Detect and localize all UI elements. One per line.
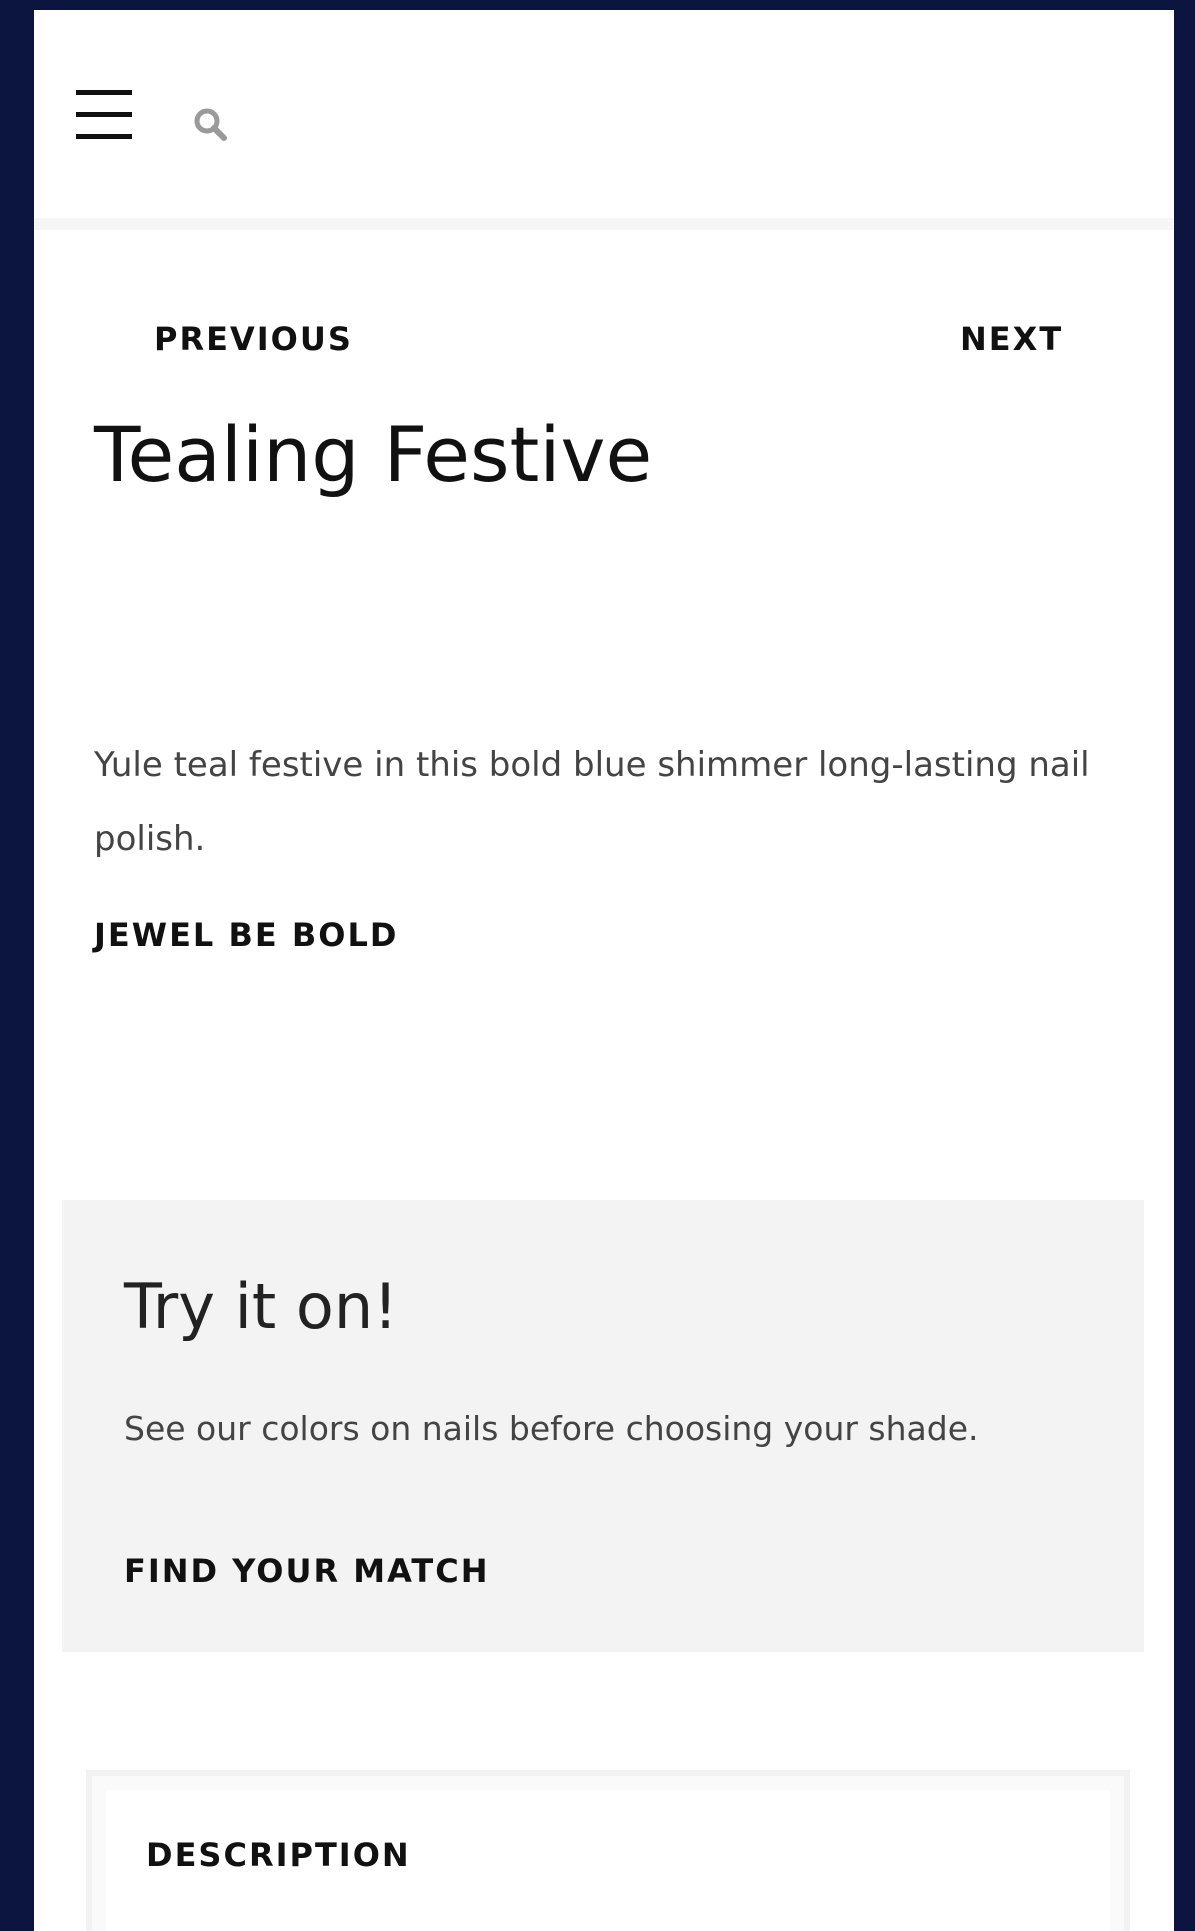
top-navigation-bar	[34, 10, 1174, 230]
search-icon[interactable]	[192, 106, 228, 142]
next-link[interactable]: NEXT	[960, 320, 1063, 358]
description-accordion[interactable]: DESCRIPTION	[86, 1770, 1130, 1931]
page-frame: PREVIOUS NEXT Tealing Festive Yule teal …	[34, 10, 1174, 1931]
previous-link[interactable]: PREVIOUS	[154, 320, 353, 358]
hamburger-menu-icon[interactable]	[76, 90, 132, 142]
product-title: Tealing Festive	[94, 410, 653, 499]
try-on-heading: Try it on!	[124, 1270, 398, 1343]
try-on-text: See our colors on nails before choosing …	[124, 1409, 979, 1448]
description-accordion-body: DESCRIPTION	[106, 1790, 1110, 1931]
description-accordion-label[interactable]: DESCRIPTION	[146, 1836, 411, 1874]
collection-link[interactable]: JEWEL BE BOLD	[94, 916, 398, 954]
product-short-description: Yule teal festive in this bold blue shim…	[94, 745, 1090, 859]
try-on-panel: Try it on! See our colors on nails befor…	[62, 1200, 1144, 1652]
find-your-match-link[interactable]: FIND YOUR MATCH	[124, 1552, 489, 1590]
